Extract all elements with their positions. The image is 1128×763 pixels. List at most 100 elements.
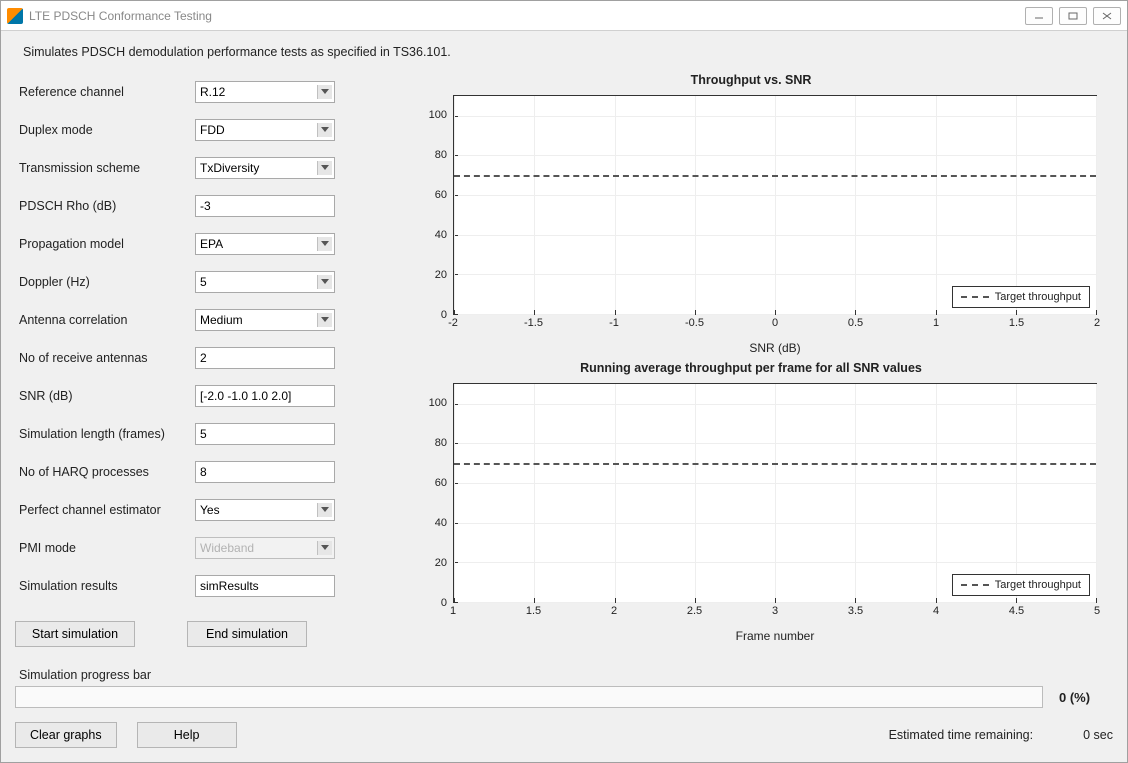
legend-label: Target throughput [995, 291, 1081, 303]
xticks: -2-1.5-1-0.500.511.52 [453, 317, 1097, 335]
label-snr: SNR (dB) [15, 389, 195, 403]
xtick-label: 0 [772, 317, 778, 329]
start-sim-button[interactable]: Start simulation [15, 621, 135, 647]
xtick-label: 3 [772, 605, 778, 617]
input-rx-ant[interactable] [195, 347, 335, 369]
xticks: 1 1.5 2 2.5 3 3.5 4 4.5 5 [453, 605, 1097, 623]
description: Simulates PDSCH demodulation performance… [23, 45, 1105, 59]
label-perfect-chan: Perfect channel estimator [15, 503, 195, 517]
xtick-label: -2 [448, 317, 458, 329]
label-sim-results: Simulation results [15, 579, 195, 593]
select-prop-model[interactable]: EPA [195, 233, 335, 255]
yticks: 020406080100 [421, 95, 449, 315]
select-duplex[interactable]: FDD [195, 119, 335, 141]
param-form: Reference channel R.12 Duplex mode FDD T… [15, 73, 355, 649]
plot-area: Target throughput [453, 383, 1097, 603]
xtick-label: -1 [609, 317, 619, 329]
xtick-label: 1.5 [526, 605, 541, 617]
help-button[interactable]: Help [137, 722, 237, 748]
xlabel: SNR (dB) [453, 341, 1097, 355]
legend: Target throughput [952, 574, 1090, 596]
label-rx-ant: No of receive antennas [15, 351, 195, 365]
close-icon [1102, 12, 1112, 20]
input-pdsch-rho[interactable] [195, 195, 335, 217]
content: Simulates PDSCH demodulation performance… [1, 31, 1127, 762]
minimize-icon [1034, 12, 1044, 20]
label-pmi-mode: PMI mode [15, 541, 195, 555]
xtick-label: 2.5 [687, 605, 702, 617]
close-button[interactable] [1093, 7, 1121, 25]
legend: Target throughput [952, 286, 1090, 308]
ytick-label: 20 [435, 557, 447, 569]
app-icon [7, 8, 23, 24]
chart-bottom: Running average throughput per frame for… [389, 361, 1113, 649]
ytick-label: 40 [435, 517, 447, 529]
chart-title: Throughput vs. SNR [389, 73, 1113, 87]
xtick-label: 2 [1094, 317, 1100, 329]
xtick-label: 0.5 [848, 317, 863, 329]
label-ref-channel: Reference channel [15, 85, 195, 99]
charts-panel: Throughput vs. SNR Throughput in percent… [389, 73, 1113, 649]
ytick-label: 40 [435, 229, 447, 241]
progress-bar [15, 686, 1043, 708]
xtick-label: 1 [933, 317, 939, 329]
xtick-label: 4 [933, 605, 939, 617]
input-sim-len[interactable] [195, 423, 335, 445]
eta-value: 0 sec [1083, 728, 1113, 742]
app-window: LTE PDSCH Conformance Testing Simulates … [0, 0, 1128, 763]
label-duplex: Duplex mode [15, 123, 195, 137]
ytick-label: 100 [429, 397, 447, 409]
bottom-panel: Simulation progress bar 0 (%) Clear grap… [15, 662, 1113, 748]
yticks: 020406080100 [421, 383, 449, 603]
ytick-label: 60 [435, 477, 447, 489]
target-throughput-line [454, 463, 1096, 465]
minimize-button[interactable] [1025, 7, 1053, 25]
select-tx-scheme[interactable]: TxDiversity [195, 157, 335, 179]
xtick-label: 4.5 [1009, 605, 1024, 617]
select-perfect-chan[interactable]: Yes [195, 499, 335, 521]
xtick-label: -1.5 [524, 317, 543, 329]
progress-pct: 0 (%) [1059, 690, 1113, 705]
window-title: LTE PDSCH Conformance Testing [29, 9, 212, 23]
chart-title: Running average throughput per frame for… [389, 361, 1113, 375]
label-prop-model: Propagation model [15, 237, 195, 251]
xtick-label: 2 [611, 605, 617, 617]
xlabel: Frame number [453, 629, 1097, 643]
label-antenna-corr: Antenna correlation [15, 313, 195, 327]
chart-top: Throughput vs. SNR Throughput in percent… [389, 73, 1113, 361]
eta-label: Estimated time remaining: [889, 728, 1034, 742]
input-harq[interactable] [195, 461, 335, 483]
target-throughput-line [454, 175, 1096, 177]
ytick-label: 0 [441, 309, 447, 321]
ytick-label: 20 [435, 269, 447, 281]
ytick-label: 80 [435, 437, 447, 449]
maximize-icon [1068, 12, 1078, 20]
label-tx-scheme: Transmission scheme [15, 161, 195, 175]
end-sim-button[interactable]: End simulation [187, 621, 307, 647]
ytick-label: 60 [435, 189, 447, 201]
select-doppler[interactable]: 5 [195, 271, 335, 293]
xtick-label: 1.5 [1009, 317, 1024, 329]
input-sim-results[interactable] [195, 575, 335, 597]
xtick-label: -0.5 [685, 317, 704, 329]
xtick-label: 5 [1094, 605, 1100, 617]
maximize-button[interactable] [1059, 7, 1087, 25]
legend-label: Target throughput [995, 579, 1081, 591]
label-sim-len: Simulation length (frames) [15, 427, 195, 441]
titlebar: LTE PDSCH Conformance Testing [1, 1, 1127, 31]
select-ref-channel[interactable]: R.12 [195, 81, 335, 103]
legend-line-icon [961, 584, 989, 586]
clear-graphs-button[interactable]: Clear graphs [15, 722, 117, 748]
xtick-label: 1 [450, 605, 456, 617]
input-snr[interactable] [195, 385, 335, 407]
plot-area: Target throughput [453, 95, 1097, 315]
legend-line-icon [961, 296, 989, 298]
progress-label: Simulation progress bar [19, 668, 1109, 682]
label-harq: No of HARQ processes [15, 465, 195, 479]
select-antenna-corr[interactable]: Medium [195, 309, 335, 331]
ytick-label: 0 [441, 597, 447, 609]
label-doppler: Doppler (Hz) [15, 275, 195, 289]
ytick-label: 100 [429, 109, 447, 121]
xtick-label: 3.5 [848, 605, 863, 617]
label-pdsch-rho: PDSCH Rho (dB) [15, 199, 195, 213]
